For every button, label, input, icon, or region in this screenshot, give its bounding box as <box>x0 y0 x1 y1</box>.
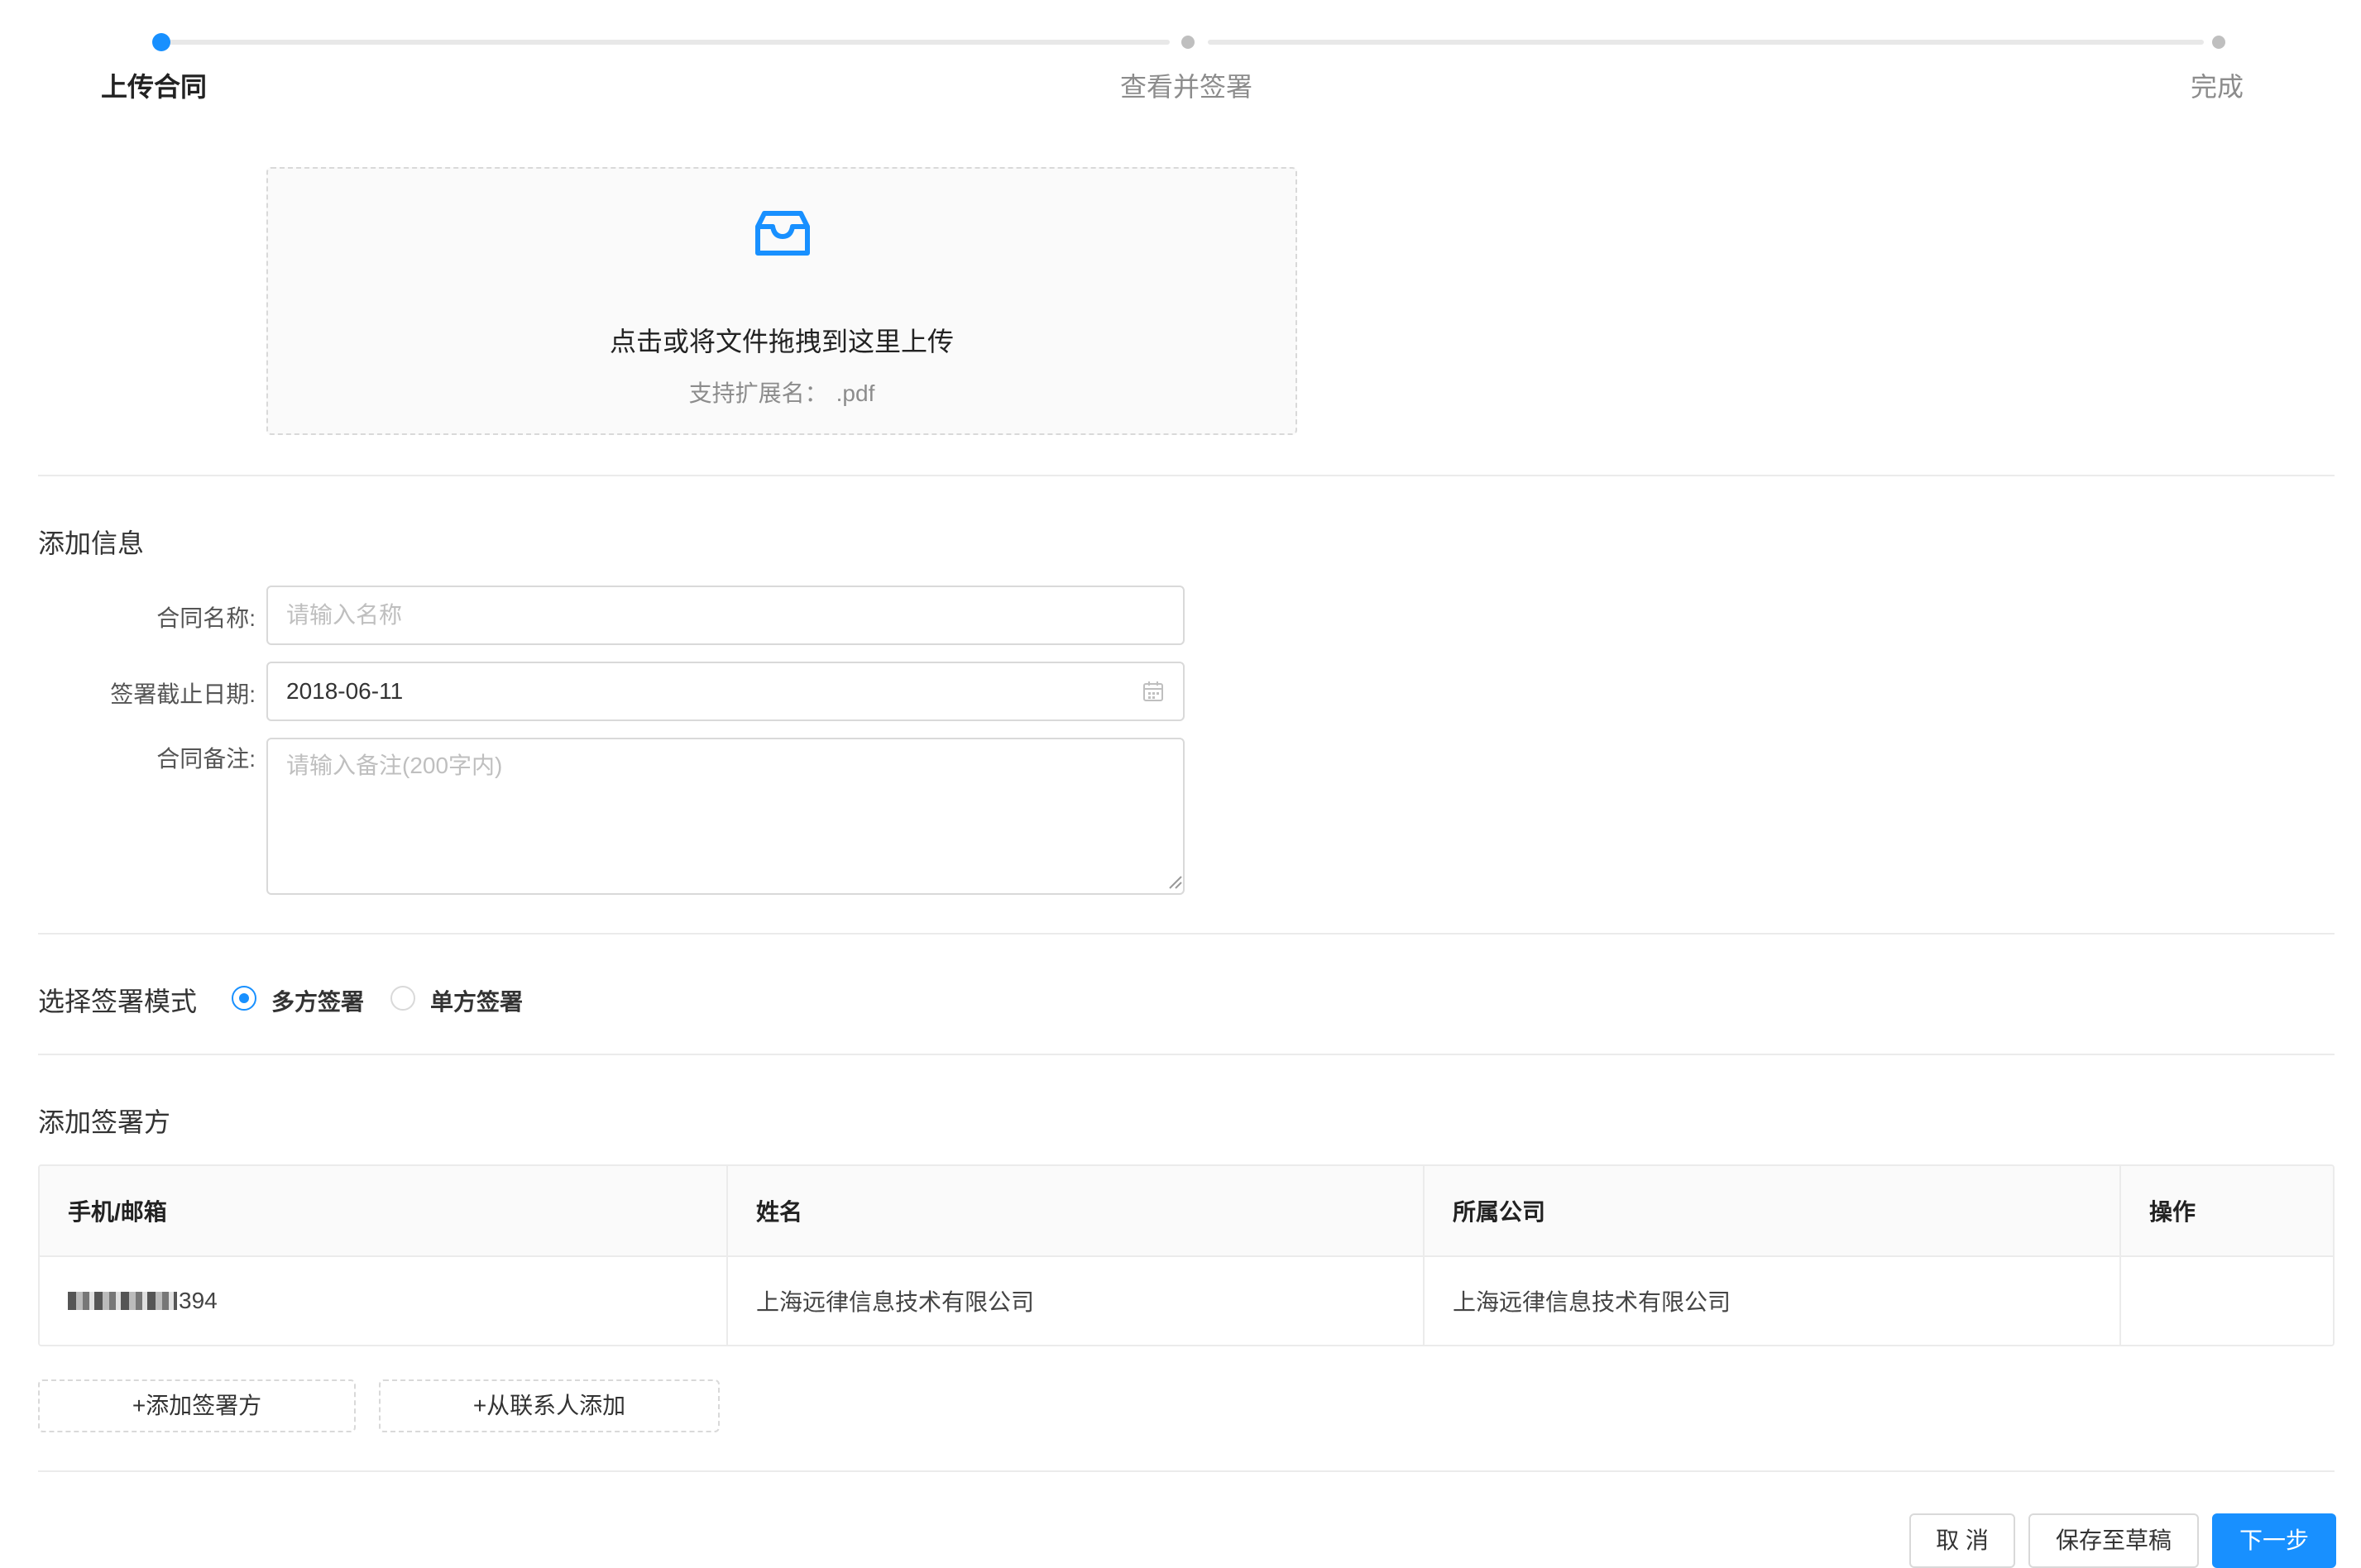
redacted-mask <box>68 1292 177 1310</box>
cell-action <box>2121 1257 2333 1345</box>
step-connector <box>169 40 1170 45</box>
column-header-contact: 手机/邮箱 <box>40 1166 728 1255</box>
step-dot-upload <box>152 33 170 51</box>
upload-dropzone[interactable]: 点击或将文件拖拽到这里上传 支持扩展名： .pdf <box>266 167 1297 435</box>
sign-mode-title: 选择签署模式 <box>38 987 198 1016</box>
column-header-name: 姓名 <box>728 1166 1425 1255</box>
contact-suffix: 394 <box>179 1288 218 1313</box>
step-label-upload: 上传合同 <box>100 72 208 102</box>
cell-contact: 394 <box>40 1257 728 1345</box>
upload-hint: 支持扩展名： .pdf <box>268 375 1295 409</box>
radio-single-party-label[interactable]: 单方签署 <box>430 984 523 1017</box>
save-draft-button[interactable]: 保存至草稿 <box>2028 1513 2199 1568</box>
cell-name: 上海远律信息技术有限公司 <box>728 1257 1425 1345</box>
step-connector <box>1208 40 2204 45</box>
upload-hint-ext: .pdf <box>836 380 875 406</box>
section-title-signers: 添加签署方 <box>38 1107 171 1137</box>
radio-single-party[interactable] <box>390 986 415 1011</box>
radio-multi-party-label[interactable]: 多方签署 <box>271 984 364 1017</box>
deadline-date-value: 2018-06-11 <box>286 678 404 704</box>
next-step-button[interactable]: 下一步 <box>2212 1513 2336 1568</box>
calendar-icon[interactable] <box>1142 680 1165 703</box>
divider <box>38 1054 2335 1055</box>
resize-grip-icon[interactable] <box>1166 873 1183 890</box>
contract-name-input[interactable] <box>266 586 1185 645</box>
signers-table: 手机/邮箱 姓名 所属公司 操作 394 上海远律信息技术有限公司 上海远律信息… <box>38 1164 2335 1346</box>
add-from-contacts-button[interactable]: +从联系人添加 <box>379 1379 720 1432</box>
step-label-review: 查看并签署 <box>1119 72 1253 102</box>
divider <box>38 933 2335 935</box>
step-label-done: 完成 <box>2190 72 2244 102</box>
column-header-company: 所属公司 <box>1425 1166 2121 1255</box>
upload-hint-label: 支持扩展名： <box>688 380 828 406</box>
upload-instruction: 点击或将文件拖拽到这里上传 <box>609 327 954 356</box>
step-dot-review <box>1181 36 1195 49</box>
divider <box>38 1470 2335 1472</box>
inbox-icon <box>755 211 810 256</box>
column-header-action: 操作 <box>2149 1199 2196 1225</box>
cancel-button[interactable]: 取 消 <box>1909 1513 2015 1568</box>
contract-name-label: 合同名称: <box>156 605 256 631</box>
deadline-label: 签署截止日期: <box>110 681 256 707</box>
cell-company: 上海远律信息技术有限公司 <box>1425 1257 2121 1345</box>
table-row: 394 上海远律信息技术有限公司 上海远律信息技术有限公司 <box>40 1257 2333 1345</box>
contract-note-label: 合同备注: <box>156 746 256 772</box>
deadline-date-picker[interactable] <box>266 662 1185 721</box>
contract-note-textarea[interactable] <box>266 738 1185 895</box>
section-title-info: 添加信息 <box>38 528 145 558</box>
radio-multi-party[interactable] <box>232 986 256 1011</box>
divider <box>38 475 2335 476</box>
add-signer-button[interactable]: +添加签署方 <box>38 1379 356 1432</box>
step-dot-done <box>2212 36 2225 49</box>
table-header: 手机/邮箱 姓名 所属公司 操作 <box>40 1166 2333 1257</box>
